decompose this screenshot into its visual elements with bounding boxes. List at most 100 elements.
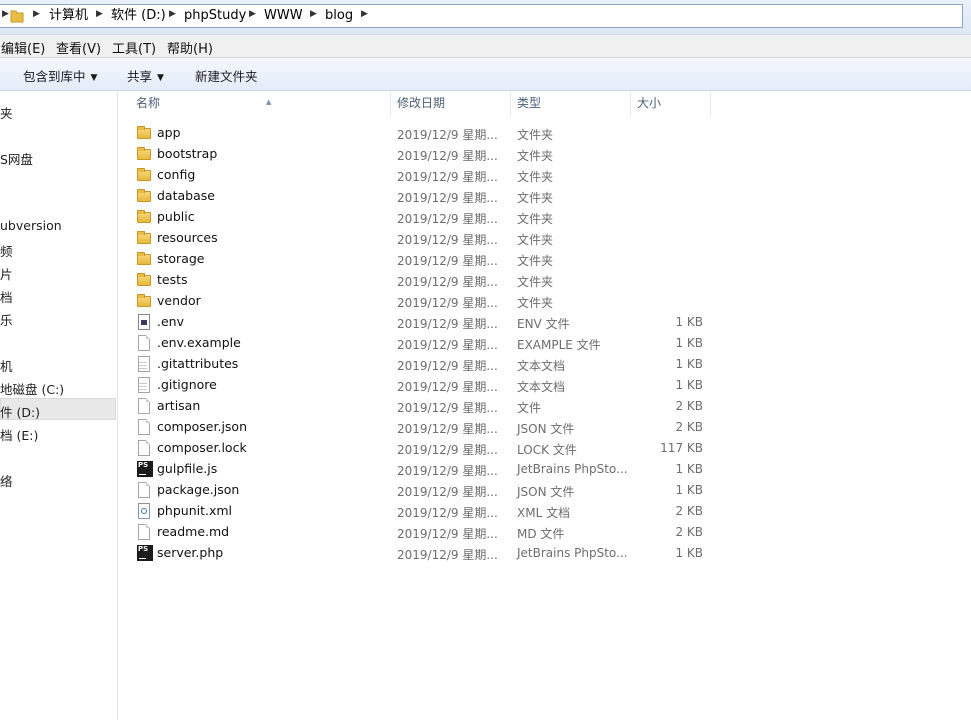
folder-icon	[137, 272, 153, 288]
file-row[interactable]: storage 2019/12/9 星期... 文件夹	[132, 249, 732, 270]
new-folder-button[interactable]: 新建文件夹	[195, 66, 258, 85]
column-header-name-label: 名称	[136, 96, 161, 110]
file-icon	[137, 524, 153, 540]
phpstorm-icon: PS	[137, 545, 153, 561]
file-row[interactable]: readme.md 2019/12/9 星期... MD 文件 2 KB	[132, 522, 732, 543]
column-header-size[interactable]: 大小	[631, 91, 711, 117]
file-date: 2019/12/9 星期...	[397, 527, 498, 541]
file-row[interactable]: composer.lock 2019/12/9 星期... LOCK 文件 117 K…	[132, 438, 732, 459]
file-type: 文件夹	[517, 191, 554, 205]
file-type: 文件夹	[517, 128, 554, 142]
nav-item-music[interactable]: 乐	[0, 310, 13, 329]
file-size: 1 KB	[675, 462, 703, 476]
address-bar[interactable]: ▶ ▶ 计算机 ▶ 软件 (D:) ▶ phpStudy ▶ WWW ▶ blo…	[0, 4, 963, 28]
file-type: 文件夹	[517, 149, 554, 163]
file-row[interactable]: resources 2019/12/9 星期... 文件夹	[132, 228, 732, 249]
file-row[interactable]: tests 2019/12/9 星期... 文件夹	[132, 270, 732, 291]
file-row[interactable]: package.json 2019/12/9 星期... JSON 文件 1 KB	[132, 480, 732, 501]
folder-icon	[137, 188, 153, 204]
file-name: .gitattributes	[157, 356, 239, 371]
file-row[interactable]: database 2019/12/9 星期... 文件夹	[132, 186, 732, 207]
file-row[interactable]: PS server.php 2019/12/9 星期... JetBrains Php…	[132, 543, 732, 564]
folder-icon	[137, 146, 153, 162]
nav-item-drive-d[interactable]: 件 (D:)	[0, 402, 40, 421]
nav-item-drive-c[interactable]: 地磁盘 (C:)	[0, 379, 64, 398]
file-date: 2019/12/9 星期...	[397, 338, 498, 352]
file-size: 1 KB	[675, 546, 703, 560]
file-row[interactable]: PS gulpfile.js 2019/12/9 星期... JetBrains Ph…	[132, 459, 732, 480]
file-date: 2019/12/9 星期...	[397, 275, 498, 289]
file-date: 2019/12/9 星期...	[397, 254, 498, 268]
nav-item-computer[interactable]: 机	[0, 356, 13, 375]
file-row[interactable]: public 2019/12/9 星期... 文件夹	[132, 207, 732, 228]
breadcrumb-phpstudy[interactable]: phpStudy	[184, 8, 246, 24]
file-row[interactable]: .gitignore 2019/12/9 星期... 文本文档 1 KB	[132, 375, 732, 396]
column-header-date[interactable]: 修改日期	[391, 91, 511, 117]
nav-item-documents[interactable]: 档	[0, 287, 13, 306]
chevron-right-icon[interactable]: ▶	[2, 9, 9, 19]
menu-edit[interactable]: 编辑(E)	[1, 38, 45, 57]
folder-icon	[137, 251, 153, 267]
menu-help[interactable]: 帮助(H)	[167, 38, 213, 57]
chevron-right-icon[interactable]: ▶	[33, 9, 40, 19]
nav-item-pictures[interactable]: 片	[0, 264, 13, 283]
menu-view[interactable]: 查看(V)	[56, 38, 101, 57]
chevron-right-icon[interactable]: ▶	[249, 9, 256, 19]
file-type: LOCK 文件	[517, 443, 577, 457]
folder-icon	[137, 167, 153, 183]
nav-item-cloud-drive[interactable]: S网盘	[0, 149, 33, 168]
file-date: 2019/12/9 星期...	[397, 317, 498, 331]
file-row[interactable]: .env.example 2019/12/9 星期... EXAMPLE 文件 1 K…	[132, 333, 732, 354]
menu-tools[interactable]: 工具(T)	[112, 38, 156, 57]
file-type: 文件	[517, 401, 542, 415]
breadcrumb-drive-d[interactable]: 软件 (D:)	[111, 8, 166, 24]
chevron-right-icon[interactable]: ▶	[310, 9, 317, 19]
folder-icon	[137, 293, 153, 309]
include-in-library-button[interactable]: 包含到库中 ▼	[23, 66, 97, 85]
file-row[interactable]: phpunit.xml 2019/12/9 星期... XML 文档 2 KB	[132, 501, 732, 522]
file-date: 2019/12/9 星期...	[397, 128, 498, 142]
include-in-library-label: 包含到库中	[23, 69, 86, 84]
file-type: MD 文件	[517, 527, 565, 541]
file-row[interactable]: bootstrap 2019/12/9 星期... 文件夹	[132, 144, 732, 165]
breadcrumb-blog[interactable]: blog	[325, 8, 353, 24]
column-header-name[interactable]: 名称 ▲	[130, 91, 391, 117]
file-row[interactable]: config 2019/12/9 星期... 文件夹	[132, 165, 732, 186]
xml-file-icon	[137, 503, 153, 519]
file-row[interactable]: .gitattributes 2019/12/9 星期... 文本文档 1 KB	[132, 354, 732, 375]
file-row[interactable]: app 2019/12/9 星期... 文件夹	[132, 123, 732, 144]
env-file-icon	[137, 314, 153, 330]
file-row[interactable]: .env 2019/12/9 星期... ENV 文件 1 KB	[132, 312, 732, 333]
nav-item-drive-e[interactable]: 档 (E:)	[0, 425, 38, 444]
chevron-right-icon[interactable]: ▶	[96, 9, 103, 19]
file-type: JetBrains PhpSto...	[517, 462, 628, 476]
nav-item-videos[interactable]: 频	[0, 241, 13, 260]
file-date: 2019/12/9 星期...	[397, 296, 498, 310]
file-row[interactable]: artisan 2019/12/9 星期... 文件 2 KB	[132, 396, 732, 417]
file-name: readme.md	[157, 524, 230, 539]
file-type: ENV 文件	[517, 317, 570, 331]
text-file-icon	[137, 377, 153, 393]
share-button[interactable]: 共享 ▼	[127, 66, 164, 85]
file-size: 117 KB	[660, 441, 703, 455]
file-name: artisan	[157, 398, 201, 413]
file-date: 2019/12/9 星期...	[397, 506, 498, 520]
file-name: composer.lock	[157, 440, 247, 455]
chevron-right-icon[interactable]: ▶	[361, 9, 368, 19]
file-date: 2019/12/9 星期...	[397, 422, 498, 436]
file-icon	[137, 440, 153, 456]
breadcrumb-computer[interactable]: 计算机	[49, 8, 88, 24]
nav-item-subversion[interactable]: ubversion	[0, 218, 62, 233]
file-type: 文件夹	[517, 254, 554, 268]
folder-icon	[137, 209, 153, 225]
file-row[interactable]: vendor 2019/12/9 星期... 文件夹	[132, 291, 732, 312]
file-row[interactable]: composer.json 2019/12/9 星期... JSON 文件 2 KB	[132, 417, 732, 438]
breadcrumb-www[interactable]: WWW	[264, 8, 303, 24]
file-type: 文件夹	[517, 233, 554, 247]
nav-item-favorites[interactable]: 夹	[0, 103, 13, 122]
chevron-right-icon[interactable]: ▶	[169, 9, 176, 19]
file-name: app	[157, 125, 181, 140]
nav-item-network[interactable]: 络	[0, 471, 13, 490]
file-date: 2019/12/9 星期...	[397, 380, 498, 394]
column-header-type[interactable]: 类型	[511, 91, 631, 117]
